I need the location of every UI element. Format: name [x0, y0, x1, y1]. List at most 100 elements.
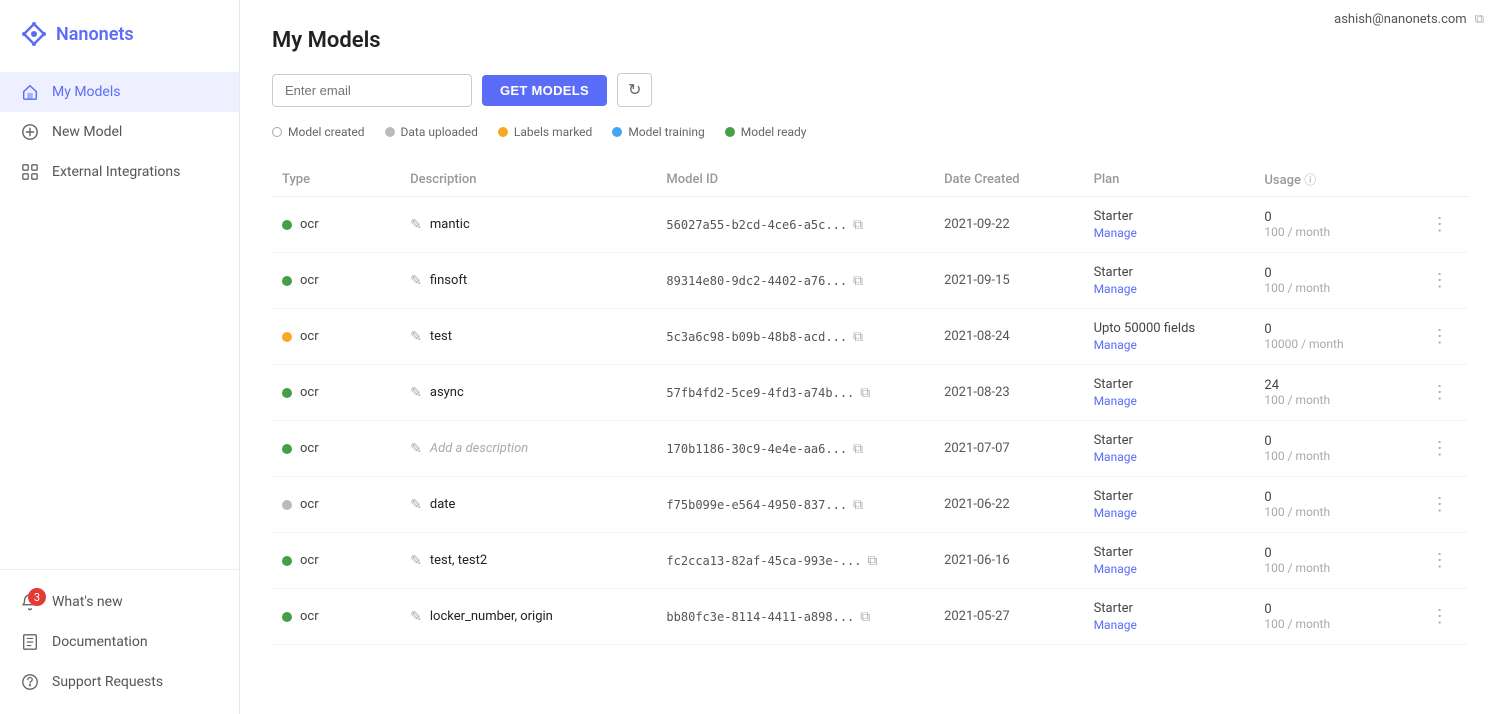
sidebar-item-whats-new[interactable]: 3 What's new — [0, 582, 239, 622]
grid-icon — [20, 162, 40, 182]
cell-model-id-2: 5c3a6c98-b09b-48b8-acd... ⧉ — [656, 309, 934, 365]
more-options-button-0[interactable]: ⋮ — [1425, 212, 1455, 237]
table-row: ocr ✎ Add a description 170b1186-30c9-4e… — [272, 421, 1468, 477]
page-title: My Models — [272, 28, 1468, 53]
sidebar-nav: My Models New Model External Integration… — [0, 64, 239, 569]
manage-link-5[interactable]: Manage — [1094, 506, 1245, 520]
copy-model-id-icon-0[interactable]: ⧉ — [853, 217, 863, 233]
plan-name-6: Starter — [1094, 545, 1133, 560]
cell-model-id-7: bb80fc3e-8114-4411-a898... ⧉ — [656, 589, 934, 645]
table-row: ocr ✎ finsoft 89314e80-9dc2-4402-a76... … — [272, 253, 1468, 309]
cell-usage-5: 0 100 / month — [1254, 477, 1414, 533]
sidebar-item-new-model[interactable]: New Model — [0, 112, 239, 152]
dot-labels-marked — [498, 127, 508, 137]
edit-icon-2[interactable]: ✎ — [410, 329, 422, 345]
cell-date-2: 2021-08-24 — [934, 309, 1084, 365]
copy-model-id-icon-7[interactable]: ⧉ — [860, 609, 870, 625]
sidebar-item-support-requests[interactable]: Support Requests — [0, 662, 239, 702]
manage-link-7[interactable]: Manage — [1094, 618, 1245, 632]
sidebar-item-external-integrations[interactable]: External Integrations — [0, 152, 239, 192]
usage-limit-1: 100 / month — [1264, 281, 1404, 295]
description-value-2: test — [430, 329, 452, 344]
manage-link-6[interactable]: Manage — [1094, 562, 1245, 576]
cell-more-7: ⋮ — [1415, 589, 1468, 645]
cell-usage-4: 0 100 / month — [1254, 421, 1414, 477]
status-dot-5 — [282, 500, 292, 510]
cell-plan-6: Starter Manage — [1084, 533, 1255, 589]
usage-info-icon[interactable]: ⓘ — [1304, 173, 1316, 187]
edit-icon-6[interactable]: ✎ — [410, 553, 422, 569]
cell-type-1: ocr — [272, 253, 400, 309]
edit-icon-1[interactable]: ✎ — [410, 273, 422, 289]
cell-more-0: ⋮ — [1415, 197, 1468, 253]
legend-model-created: Model created — [272, 125, 365, 139]
models-table-wrapper: Type Description Model ID Date Created P… — [272, 163, 1468, 645]
user-info-bar: ashish@nanonets.com ⧉ — [1334, 12, 1484, 27]
more-options-button-3[interactable]: ⋮ — [1425, 380, 1455, 405]
cell-type-6: ocr — [272, 533, 400, 589]
whats-new-badge: 3 — [28, 588, 46, 606]
more-options-button-4[interactable]: ⋮ — [1425, 436, 1455, 461]
more-options-button-1[interactable]: ⋮ — [1425, 268, 1455, 293]
cell-usage-1: 0 100 / month — [1254, 253, 1414, 309]
edit-icon-5[interactable]: ✎ — [410, 497, 422, 513]
refresh-button[interactable]: ↻ — [617, 73, 652, 107]
cell-date-1: 2021-09-15 — [934, 253, 1084, 309]
cell-date-6: 2021-06-16 — [934, 533, 1084, 589]
type-value-1: ocr — [300, 273, 319, 288]
legend-label-labels-marked: Labels marked — [514, 125, 592, 139]
legend-label-data-uploaded: Data uploaded — [401, 125, 478, 139]
manage-link-3[interactable]: Manage — [1094, 394, 1245, 408]
sidebar-item-my-models[interactable]: My Models — [0, 72, 239, 112]
cell-model-id-6: fc2cca13-82af-45ca-993e-... ⧉ — [656, 533, 934, 589]
usage-limit-0: 100 / month — [1264, 225, 1404, 239]
cell-type-7: ocr — [272, 589, 400, 645]
cell-description-5: ✎ date — [400, 477, 656, 533]
description-value-4[interactable]: Add a description — [430, 441, 528, 456]
copy-model-id-icon-3[interactable]: ⧉ — [860, 385, 870, 401]
dot-data-uploaded — [385, 127, 395, 137]
app-name: Nanonets — [56, 24, 134, 45]
more-options-button-2[interactable]: ⋮ — [1425, 324, 1455, 349]
model-id-value-1: 89314e80-9dc2-4402-a76... — [666, 274, 847, 288]
copy-model-id-icon-6[interactable]: ⧉ — [868, 553, 878, 569]
sidebar-item-label: What's new — [52, 594, 123, 610]
cell-more-6: ⋮ — [1415, 533, 1468, 589]
home-icon — [20, 82, 40, 102]
edit-icon-7[interactable]: ✎ — [410, 609, 422, 625]
manage-link-2[interactable]: Manage — [1094, 338, 1245, 352]
copy-model-id-icon-2[interactable]: ⧉ — [853, 329, 863, 345]
edit-icon-4[interactable]: ✎ — [410, 441, 422, 457]
email-input[interactable] — [272, 74, 472, 107]
sidebar-logo[interactable]: Nanonets — [0, 0, 239, 64]
get-models-button[interactable]: GET MODELS — [482, 75, 607, 106]
edit-icon-0[interactable]: ✎ — [410, 217, 422, 233]
more-options-button-5[interactable]: ⋮ — [1425, 492, 1455, 517]
copy-email-icon[interactable]: ⧉ — [1475, 12, 1484, 27]
type-value-6: ocr — [300, 553, 319, 568]
cell-type-4: ocr — [272, 421, 400, 477]
sidebar-item-documentation[interactable]: Documentation — [0, 622, 239, 662]
copy-model-id-icon-5[interactable]: ⧉ — [853, 497, 863, 513]
legend-label-model-training: Model training — [628, 125, 704, 139]
more-options-button-7[interactable]: ⋮ — [1425, 604, 1455, 629]
cell-model-id-1: 89314e80-9dc2-4402-a76... ⧉ — [656, 253, 934, 309]
cell-date-4: 2021-07-07 — [934, 421, 1084, 477]
usage-count-2: 0 — [1264, 322, 1271, 337]
plan-name-4: Starter — [1094, 433, 1133, 448]
manage-link-0[interactable]: Manage — [1094, 226, 1245, 240]
cell-description-2: ✎ test — [400, 309, 656, 365]
cell-more-4: ⋮ — [1415, 421, 1468, 477]
copy-model-id-icon-4[interactable]: ⧉ — [853, 441, 863, 457]
model-id-value-3: 57fb4fd2-5ce9-4fd3-a74b... — [666, 386, 854, 400]
cell-type-2: ocr — [272, 309, 400, 365]
col-type: Type — [272, 163, 400, 197]
manage-link-1[interactable]: Manage — [1094, 282, 1245, 296]
status-dot-7 — [282, 612, 292, 622]
plus-circle-icon — [20, 122, 40, 142]
more-options-button-6[interactable]: ⋮ — [1425, 548, 1455, 573]
copy-model-id-icon-1[interactable]: ⧉ — [853, 273, 863, 289]
manage-link-4[interactable]: Manage — [1094, 450, 1245, 464]
edit-icon-3[interactable]: ✎ — [410, 385, 422, 401]
cell-description-1: ✎ finsoft — [400, 253, 656, 309]
